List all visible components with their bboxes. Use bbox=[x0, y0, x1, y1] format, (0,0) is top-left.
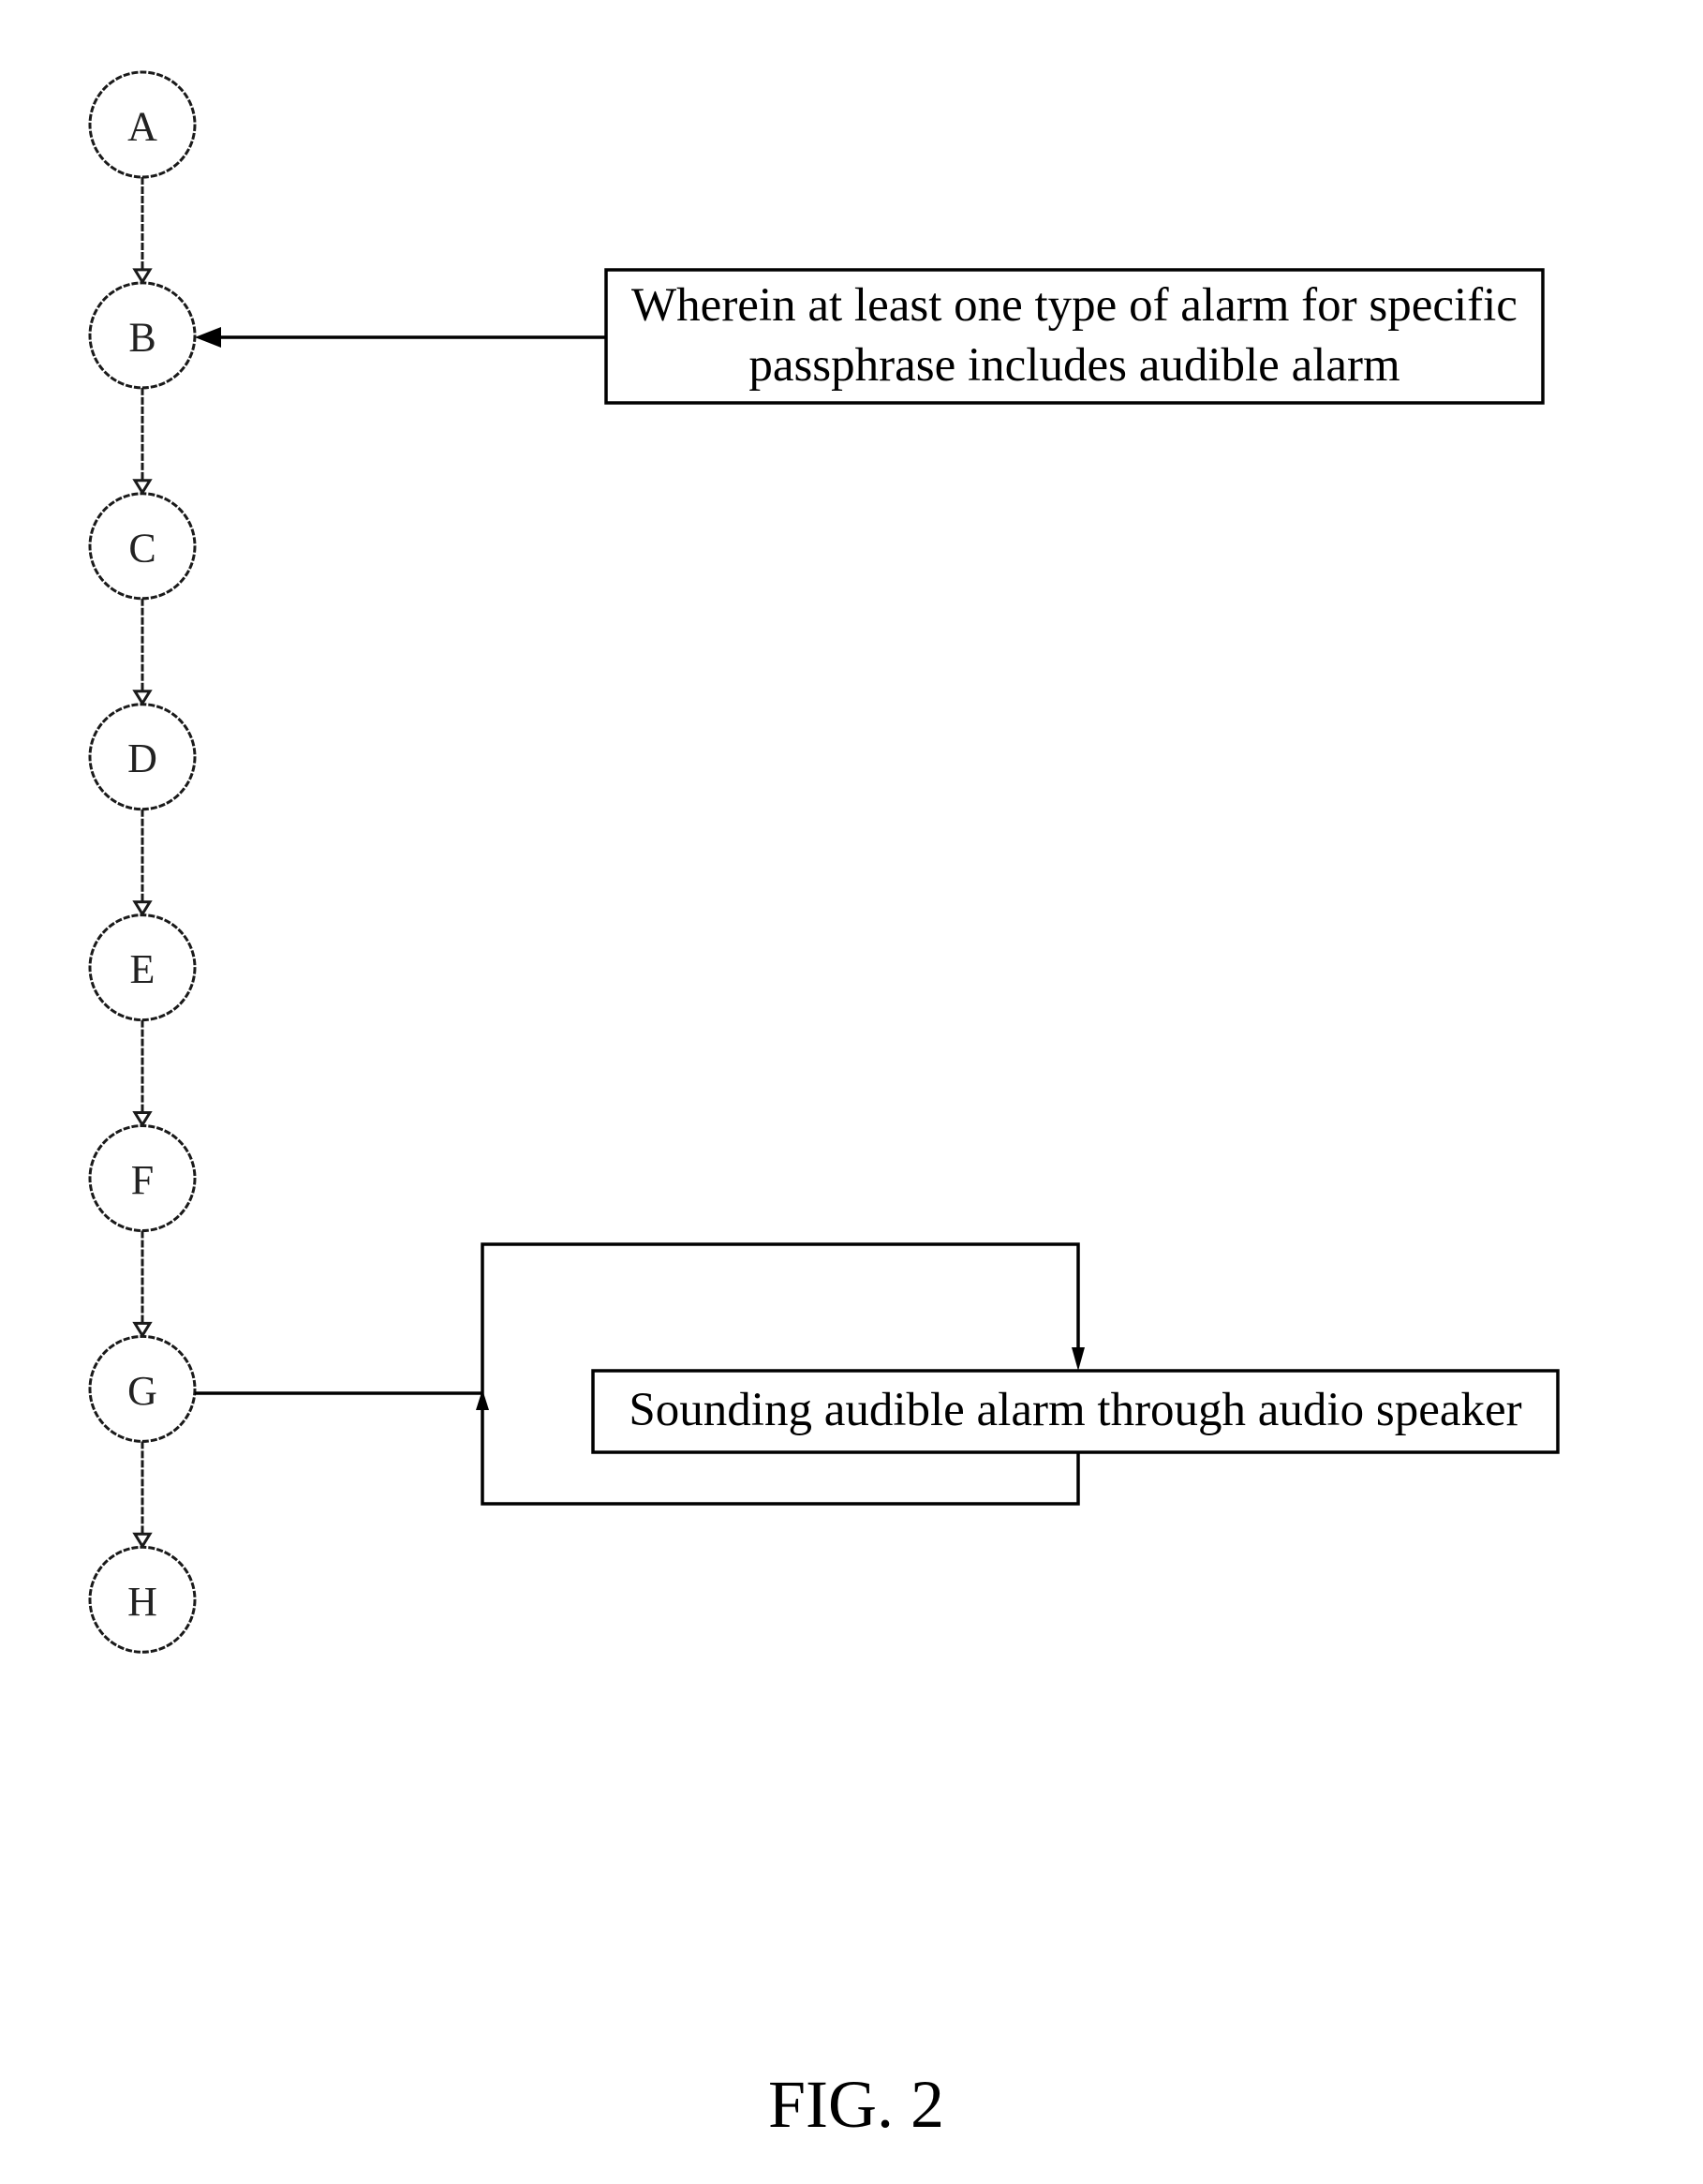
node-label: D bbox=[127, 735, 157, 781]
node-c: C bbox=[88, 492, 197, 601]
edge-f-g bbox=[132, 1230, 153, 1339]
figure-label: FIG. 2 bbox=[768, 2067, 944, 2142]
arrow-down-icon bbox=[1072, 1347, 1085, 1371]
node-label: C bbox=[128, 525, 155, 571]
edge-c-d bbox=[132, 598, 153, 706]
arrow-down-icon bbox=[132, 479, 153, 496]
arrow-down-icon bbox=[132, 1321, 153, 1339]
node-label: E bbox=[130, 946, 155, 992]
arrow-down-icon bbox=[132, 1532, 153, 1550]
b-annotation-line-1: Wherein at least one type of alarm for s… bbox=[631, 279, 1518, 332]
b-annotation: Wherein at least one type of alarm for s… bbox=[195, 268, 1545, 405]
node-a: A bbox=[88, 70, 197, 179]
node-g: G bbox=[88, 1334, 197, 1443]
node-f: F bbox=[88, 1124, 197, 1232]
node-label: B bbox=[128, 314, 155, 360]
arrow-left-icon bbox=[195, 327, 221, 348]
node-e: E bbox=[88, 914, 197, 1022]
b-annotation-line-2: passphrase includes audible alarm bbox=[748, 339, 1399, 392]
node-label: G bbox=[127, 1368, 157, 1414]
node-h: H bbox=[88, 1545, 197, 1654]
node-d: D bbox=[88, 703, 197, 811]
node-b: B bbox=[88, 281, 197, 390]
g-annotation-line-1: Sounding audible alarm through audio spe… bbox=[629, 1384, 1521, 1436]
edge-e-f bbox=[132, 1019, 153, 1128]
node-label: H bbox=[127, 1579, 157, 1625]
arrow-down-icon bbox=[132, 1111, 153, 1128]
arrow-down-icon bbox=[132, 900, 153, 917]
flow-diagram: A B C D E F G H Wherein at least one type of al… bbox=[88, 70, 1560, 2142]
node-label: A bbox=[127, 104, 157, 150]
edge-d-e bbox=[132, 809, 153, 917]
edge-a-b bbox=[132, 177, 153, 285]
edge-g-h bbox=[132, 1441, 153, 1550]
edge-b-c bbox=[132, 387, 153, 496]
node-label: F bbox=[131, 1157, 154, 1203]
arrow-down-icon bbox=[132, 268, 153, 285]
g-annotation: Sounding audible alarm through audio spe… bbox=[195, 1242, 1560, 1506]
arrow-down-icon bbox=[132, 690, 153, 706]
